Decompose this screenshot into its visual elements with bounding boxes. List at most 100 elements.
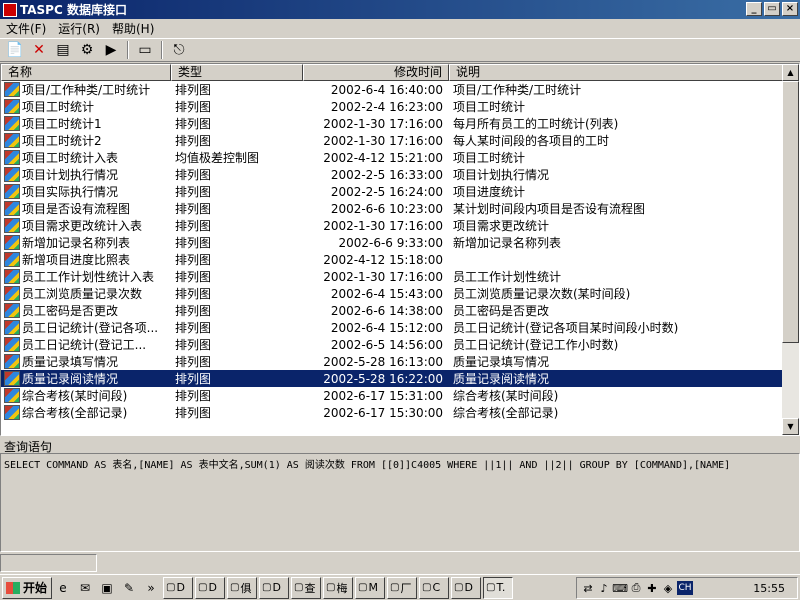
column-name[interactable]: 名称	[1, 64, 171, 81]
report-list[interactable]: 名称 类型 修改时间 说明 项目/工作种类/工时统计 排列图 2002-6-4 16…	[0, 63, 800, 436]
table-row[interactable]: 员工日记统计(登记各项... 排列图 2002-6-4 15:12:00 员工日记统计…	[1, 319, 783, 336]
row-name: 综合考核(全部记录)	[22, 406, 128, 420]
row-time: 2002-6-4 15:43:00	[330, 286, 443, 301]
table-row[interactable]: 综合考核(某时间段) 排列图 2002-6-17 15:31:00 综合考核(某时间段…	[1, 387, 783, 404]
report-icon	[4, 184, 20, 199]
column-description[interactable]: 说明	[449, 64, 783, 81]
taskbar-task-button[interactable]: ▢ 俱	[227, 576, 257, 599]
taskbar-task-button[interactable]: ▢ D	[259, 576, 289, 599]
taskbar: 开始 e ✉ ▣ ✎ » ▢ D ▢ D ▢ 俱 ▢ D ▢ 查 ▢ 梅 ▢ M ▢ 厂 ▢ C ▢ D ▢ T. ⇄ ♪…	[0, 574, 800, 600]
minimize-button[interactable]: _	[746, 2, 762, 16]
run-icon[interactable]: ▶	[100, 40, 122, 60]
shield-icon[interactable]: ◈	[661, 581, 675, 595]
column-modified[interactable]: 修改时间	[303, 64, 449, 81]
outlook-icon[interactable]: ✉	[76, 579, 94, 597]
row-name: 质量记录阅读情况	[22, 372, 119, 386]
scroll-up-button[interactable]: ▲	[782, 64, 799, 81]
delete-icon[interactable]: ✕	[28, 40, 50, 60]
row-name-cell: 质量记录阅读情况	[1, 370, 171, 387]
table-row[interactable]: 员工密码是否更改 排列图 2002-6-6 14:38:00 员工密码是否更改	[1, 302, 783, 319]
row-description: 综合考核(全部记录)	[453, 406, 559, 420]
taskbar-task-button[interactable]: ▢ D	[451, 576, 481, 599]
table-row[interactable]: 项目是否设有流程图 排列图 2002-6-6 10:23:00 某计划时间段内项目是否…	[1, 200, 783, 217]
table-row[interactable]: 项目需求更改统计入表 排列图 2002-1-30 17:16:00 项目需求更改统计	[1, 217, 783, 234]
table-row[interactable]: 综合考核(全部记录) 排列图 2002-6-17 15:30:00 综合考核(全部记录…	[1, 404, 783, 421]
row-name: 员工日记统计(登记各项...	[22, 321, 159, 335]
ie-icon[interactable]: e	[54, 579, 72, 597]
keyboard-icon[interactable]: ⌨	[612, 581, 628, 595]
row-time: 2002-1-30 17:16:00	[323, 133, 443, 148]
settings-icon[interactable]: ⚙	[76, 40, 98, 60]
table-row[interactable]: 员工日记统计(登记工... 排列图 2002-6-5 14:56:00 员工日记统计(…	[1, 336, 783, 353]
task-app-icon: ▢	[358, 582, 368, 593]
row-description: 每人某时间段的各项目的工时	[453, 134, 610, 148]
row-name-cell: 综合考核(全部记录)	[1, 404, 171, 421]
table-row[interactable]: 项目计划执行情况 排列图 2002-2-5 16:33:00 项目计划执行情况	[1, 166, 783, 183]
row-name-cell: 综合考核(某时间段)	[1, 387, 171, 404]
table-row[interactable]: 项目工时统计 排列图 2002-2-4 16:23:00 项目工时统计	[1, 98, 783, 115]
row-name-cell: 员工工作计划性统计入表	[1, 268, 171, 285]
printer-icon[interactable]: ⎙	[629, 581, 643, 595]
tool-icon[interactable]: ✎	[120, 579, 138, 597]
scroll-thumb[interactable]	[782, 81, 799, 343]
row-name: 质量记录填写情况	[22, 355, 119, 369]
table-row[interactable]: 新增加记录名称列表 排列图 2002-6-6 9:33:00 新增加记录名称列表	[1, 234, 783, 251]
row-type: 排列图	[175, 117, 212, 131]
row-description: 质量记录填写情况	[453, 355, 550, 369]
table-row[interactable]: 项目工时统计入表 均值极差控制图 2002-4-12 15:21:00 项目工时统计	[1, 149, 783, 166]
exit-icon[interactable]: ⎋	[168, 40, 190, 60]
vertical-scrollbar[interactable]: ▲ ▼	[782, 64, 799, 435]
volume-icon[interactable]: ♪	[597, 581, 611, 595]
row-description: 员工日记统计(登记各项目某时间段小时数)	[453, 321, 679, 335]
menu-run[interactable]: 运行(R)	[52, 20, 106, 37]
row-type: 排列图	[175, 270, 212, 284]
table-row[interactable]: 项目工时统计2 排列图 2002-1-30 17:16:00 每人某时间段的各项目的工…	[1, 132, 783, 149]
desktop-icon[interactable]: ▣	[98, 579, 116, 597]
row-description: 每月所有员工的工时统计(列表)	[453, 117, 619, 131]
taskbar-task-button[interactable]: ▢ M	[355, 576, 385, 599]
row-time: 2002-1-30 17:16:00	[323, 116, 443, 131]
clock[interactable]: 15:55	[753, 582, 785, 595]
system-tray: ⇄ ♪ ⌨ ⎙ ✚ ◈ CH 15:55	[576, 577, 798, 599]
close-button[interactable]: ×	[782, 2, 798, 16]
menu-help[interactable]: 帮助(H)	[106, 20, 160, 37]
language-indicator[interactable]: CH	[677, 581, 693, 595]
taskbar-task-button[interactable]: ▢ C	[419, 576, 449, 599]
taskbar-task-button[interactable]: ▢ 查	[291, 576, 321, 599]
row-name-cell: 项目工时统计2	[1, 132, 171, 149]
edit-icon[interactable]: ▤	[52, 40, 74, 60]
query-text[interactable]: SELECT COMMAND AS 表名,[NAME] AS 表中文名,SUM(…	[0, 453, 800, 552]
table-row[interactable]: 员工浏览质量记录次数 排列图 2002-6-4 15:43:00 员工浏览质量记录次数…	[1, 285, 783, 302]
table-row[interactable]: 员工工作计划性统计入表 排列图 2002-1-30 17:16:00 员工工作计划性统…	[1, 268, 783, 285]
row-name-cell: 项目工时统计入表	[1, 149, 171, 166]
maximize-button[interactable]: ▭	[764, 2, 780, 16]
taskbar-task-button[interactable]: ▢ D	[163, 576, 193, 599]
table-row[interactable]: 质量记录阅读情况 排列图 2002-5-28 16:22:00 质量记录阅读情况	[1, 370, 783, 387]
report-icon	[4, 218, 20, 233]
new-icon[interactable]: 📄	[4, 40, 26, 60]
column-type[interactable]: 类型	[171, 64, 303, 81]
row-description: 项目/工作种类/工时统计	[453, 83, 582, 97]
task-label: T.	[496, 581, 506, 594]
window-icon[interactable]: ▭	[134, 40, 156, 60]
more-quicklaunch[interactable]: »	[142, 579, 160, 597]
table-row[interactable]: 项目实际执行情况 排列图 2002-2-5 16:24:00 项目进度统计	[1, 183, 783, 200]
taskbar-task-button[interactable]: ▢ T.	[483, 576, 513, 599]
table-row[interactable]: 项目工时统计1 排列图 2002-1-30 17:16:00 每月所有员工的工时统计(…	[1, 115, 783, 132]
report-icon	[4, 320, 20, 335]
taskbar-task-button[interactable]: ▢ 厂	[387, 576, 417, 599]
table-row[interactable]: 质量记录填写情况 排列图 2002-5-28 16:13:00 质量记录填写情况	[1, 353, 783, 370]
row-name: 员工密码是否更改	[22, 304, 119, 318]
table-row[interactable]: 项目/工作种类/工时统计 排列图 2002-6-4 16:40:00 项目/工作种类/…	[1, 81, 783, 98]
network-icon[interactable]: ⇄	[581, 581, 595, 595]
table-row[interactable]: 新增项目进度比照表 排列图 2002-4-12 15:18:00	[1, 251, 783, 268]
antivirus-icon[interactable]: ✚	[645, 581, 659, 595]
taskbar-task-button[interactable]: ▢ D	[195, 576, 225, 599]
start-button[interactable]: 开始	[2, 576, 52, 599]
scroll-down-button[interactable]: ▼	[782, 418, 799, 435]
task-label: D	[176, 581, 185, 594]
row-description: 项目计划执行情况	[453, 168, 550, 182]
taskbar-task-button[interactable]: ▢ 梅	[323, 576, 353, 599]
menu-file[interactable]: 文件(F)	[0, 20, 52, 37]
row-name-cell: 项目需求更改统计入表	[1, 217, 171, 234]
